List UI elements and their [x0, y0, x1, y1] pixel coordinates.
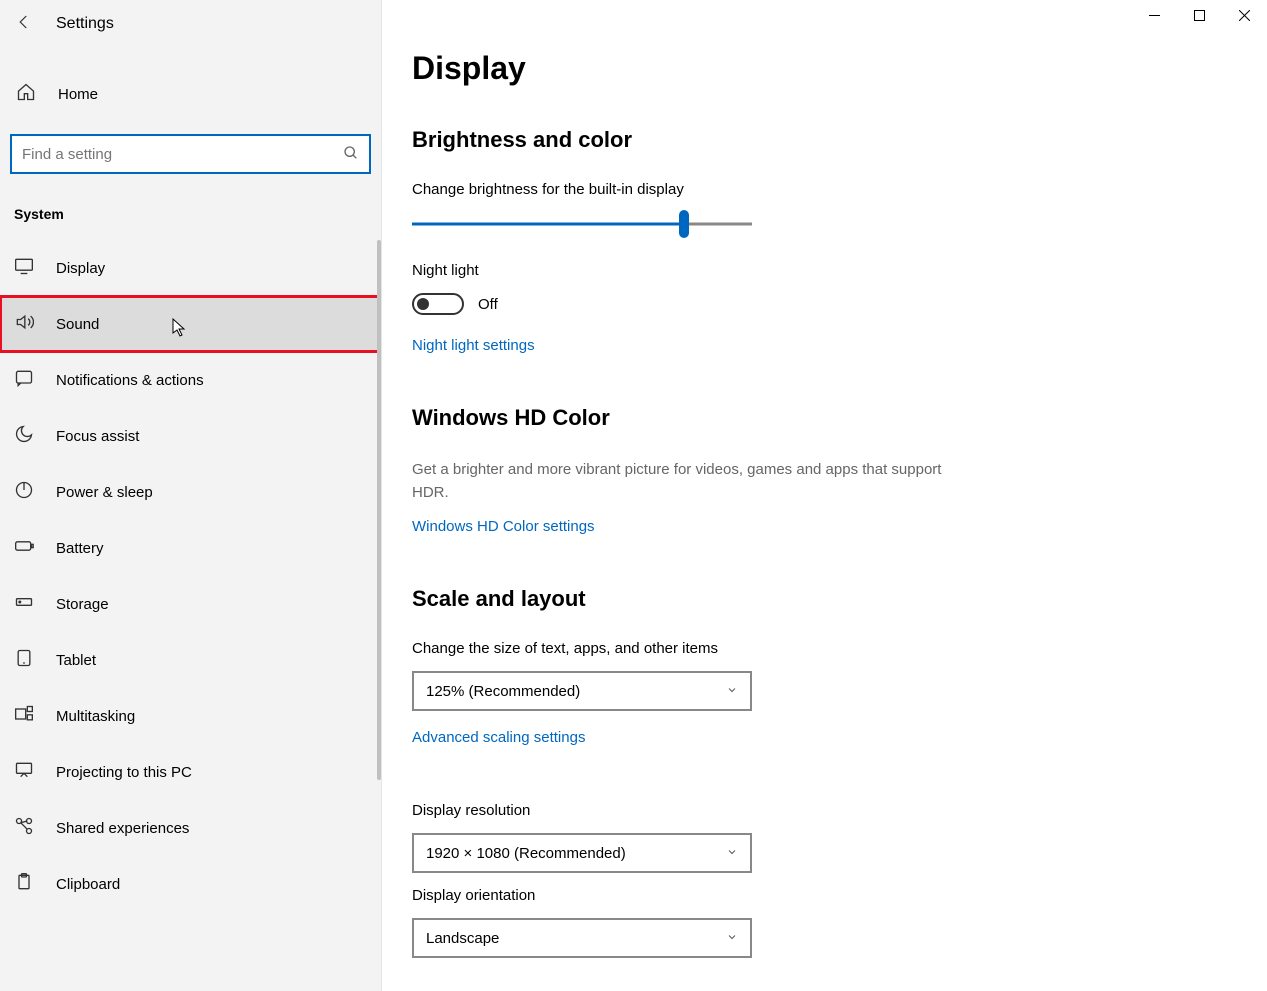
clipboard-icon	[14, 872, 34, 896]
sidebar-item-clipboard[interactable]: Clipboard	[0, 856, 381, 912]
night-light-label: Night light	[412, 262, 972, 279]
text-size-value: 125% (Recommended)	[426, 683, 580, 700]
brightness-slider[interactable]	[412, 212, 752, 236]
resolution-label: Display resolution	[412, 802, 972, 819]
page-title: Display	[412, 50, 1267, 87]
sidebar-item-focus[interactable]: Focus assist	[0, 408, 381, 464]
sidebar-item-power[interactable]: Power & sleep	[0, 464, 381, 520]
sidebar-item-label: Sound	[56, 316, 99, 333]
sidebar-item-label: Tablet	[56, 652, 96, 669]
section-label: System	[0, 206, 381, 240]
orientation-dropdown[interactable]: Landscape	[412, 918, 752, 958]
sidebar-item-label: Shared experiences	[56, 820, 189, 837]
orientation-value: Landscape	[426, 930, 499, 947]
sidebar-item-label: Focus assist	[56, 428, 139, 445]
sidebar-scrollbar[interactable]	[377, 240, 381, 780]
shared-icon	[14, 816, 34, 840]
night-light-settings-link[interactable]: Night light settings	[412, 337, 535, 354]
sidebar-item-label: Notifications & actions	[56, 372, 204, 389]
window-controls	[1132, 0, 1267, 30]
orientation-label: Display orientation	[412, 887, 972, 904]
night-light-state: Off	[478, 296, 498, 313]
sidebar: Settings Home System Display Sound	[0, 0, 382, 991]
maximize-button[interactable]	[1177, 0, 1222, 30]
hdcolor-heading: Windows HD Color	[412, 405, 972, 431]
cursor-icon	[170, 318, 190, 343]
close-button[interactable]	[1222, 0, 1267, 30]
app-title: Settings	[56, 15, 114, 33]
chevron-down-icon	[726, 931, 738, 946]
sidebar-item-label: Projecting to this PC	[56, 764, 192, 781]
search-input-wrap[interactable]	[10, 134, 371, 174]
sidebar-item-label: Multitasking	[56, 708, 135, 725]
sidebar-item-battery[interactable]: Battery	[0, 520, 381, 576]
sidebar-item-display[interactable]: Display	[0, 240, 381, 296]
slider-thumb[interactable]	[679, 210, 689, 238]
toggle-knob	[417, 298, 429, 310]
brightness-heading: Brightness and color	[412, 127, 972, 153]
hdcolor-link[interactable]: Windows HD Color settings	[412, 518, 595, 535]
text-size-label: Change the size of text, apps, and other…	[412, 640, 972, 657]
brightness-slider-label: Change brightness for the built-in displ…	[412, 181, 972, 198]
sound-icon	[14, 312, 34, 336]
search-icon	[343, 145, 359, 164]
resolution-dropdown[interactable]: 1920 × 1080 (Recommended)	[412, 833, 752, 873]
sidebar-item-sound[interactable]: Sound	[0, 296, 381, 352]
advanced-scaling-link[interactable]: Advanced scaling settings	[412, 729, 585, 746]
power-icon	[14, 480, 34, 504]
tablet-icon	[14, 648, 34, 672]
slider-fill	[412, 223, 684, 226]
minimize-button[interactable]	[1132, 0, 1177, 30]
monitor-icon	[14, 256, 34, 280]
home-icon	[16, 82, 36, 106]
text-size-dropdown[interactable]: 125% (Recommended)	[412, 671, 752, 711]
resolution-value: 1920 × 1080 (Recommended)	[426, 845, 626, 862]
nav-list: Display Sound Notifications & actions Fo…	[0, 240, 381, 912]
sidebar-item-notifications[interactable]: Notifications & actions	[0, 352, 381, 408]
chevron-down-icon	[726, 684, 738, 699]
sidebar-item-shared[interactable]: Shared experiences	[0, 800, 381, 856]
storage-icon	[14, 592, 34, 616]
notifications-icon	[14, 368, 34, 392]
focus-icon	[14, 424, 34, 448]
hdcolor-desc: Get a brighter and more vibrant picture …	[412, 459, 972, 504]
multitasking-icon	[14, 704, 34, 728]
chevron-down-icon	[726, 846, 738, 861]
home-label: Home	[58, 86, 98, 103]
sidebar-item-label: Storage	[56, 596, 109, 613]
scale-heading: Scale and layout	[412, 586, 972, 612]
night-light-toggle[interactable]	[412, 293, 464, 315]
projecting-icon	[14, 760, 34, 784]
sidebar-item-label: Battery	[56, 540, 104, 557]
sidebar-item-tablet[interactable]: Tablet	[0, 632, 381, 688]
sidebar-item-multitasking[interactable]: Multitasking	[0, 688, 381, 744]
back-arrow-icon[interactable]	[12, 13, 36, 36]
sidebar-item-label: Display	[56, 260, 105, 277]
search-input[interactable]	[22, 146, 343, 163]
sidebar-item-label: Clipboard	[56, 876, 120, 893]
home-button[interactable]: Home	[0, 68, 381, 120]
sidebar-item-label: Power & sleep	[56, 484, 153, 501]
battery-icon	[14, 536, 34, 560]
sidebar-item-storage[interactable]: Storage	[0, 576, 381, 632]
sidebar-item-projecting[interactable]: Projecting to this PC	[0, 744, 381, 800]
main-content: Display Brightness and color Change brig…	[382, 0, 1267, 991]
